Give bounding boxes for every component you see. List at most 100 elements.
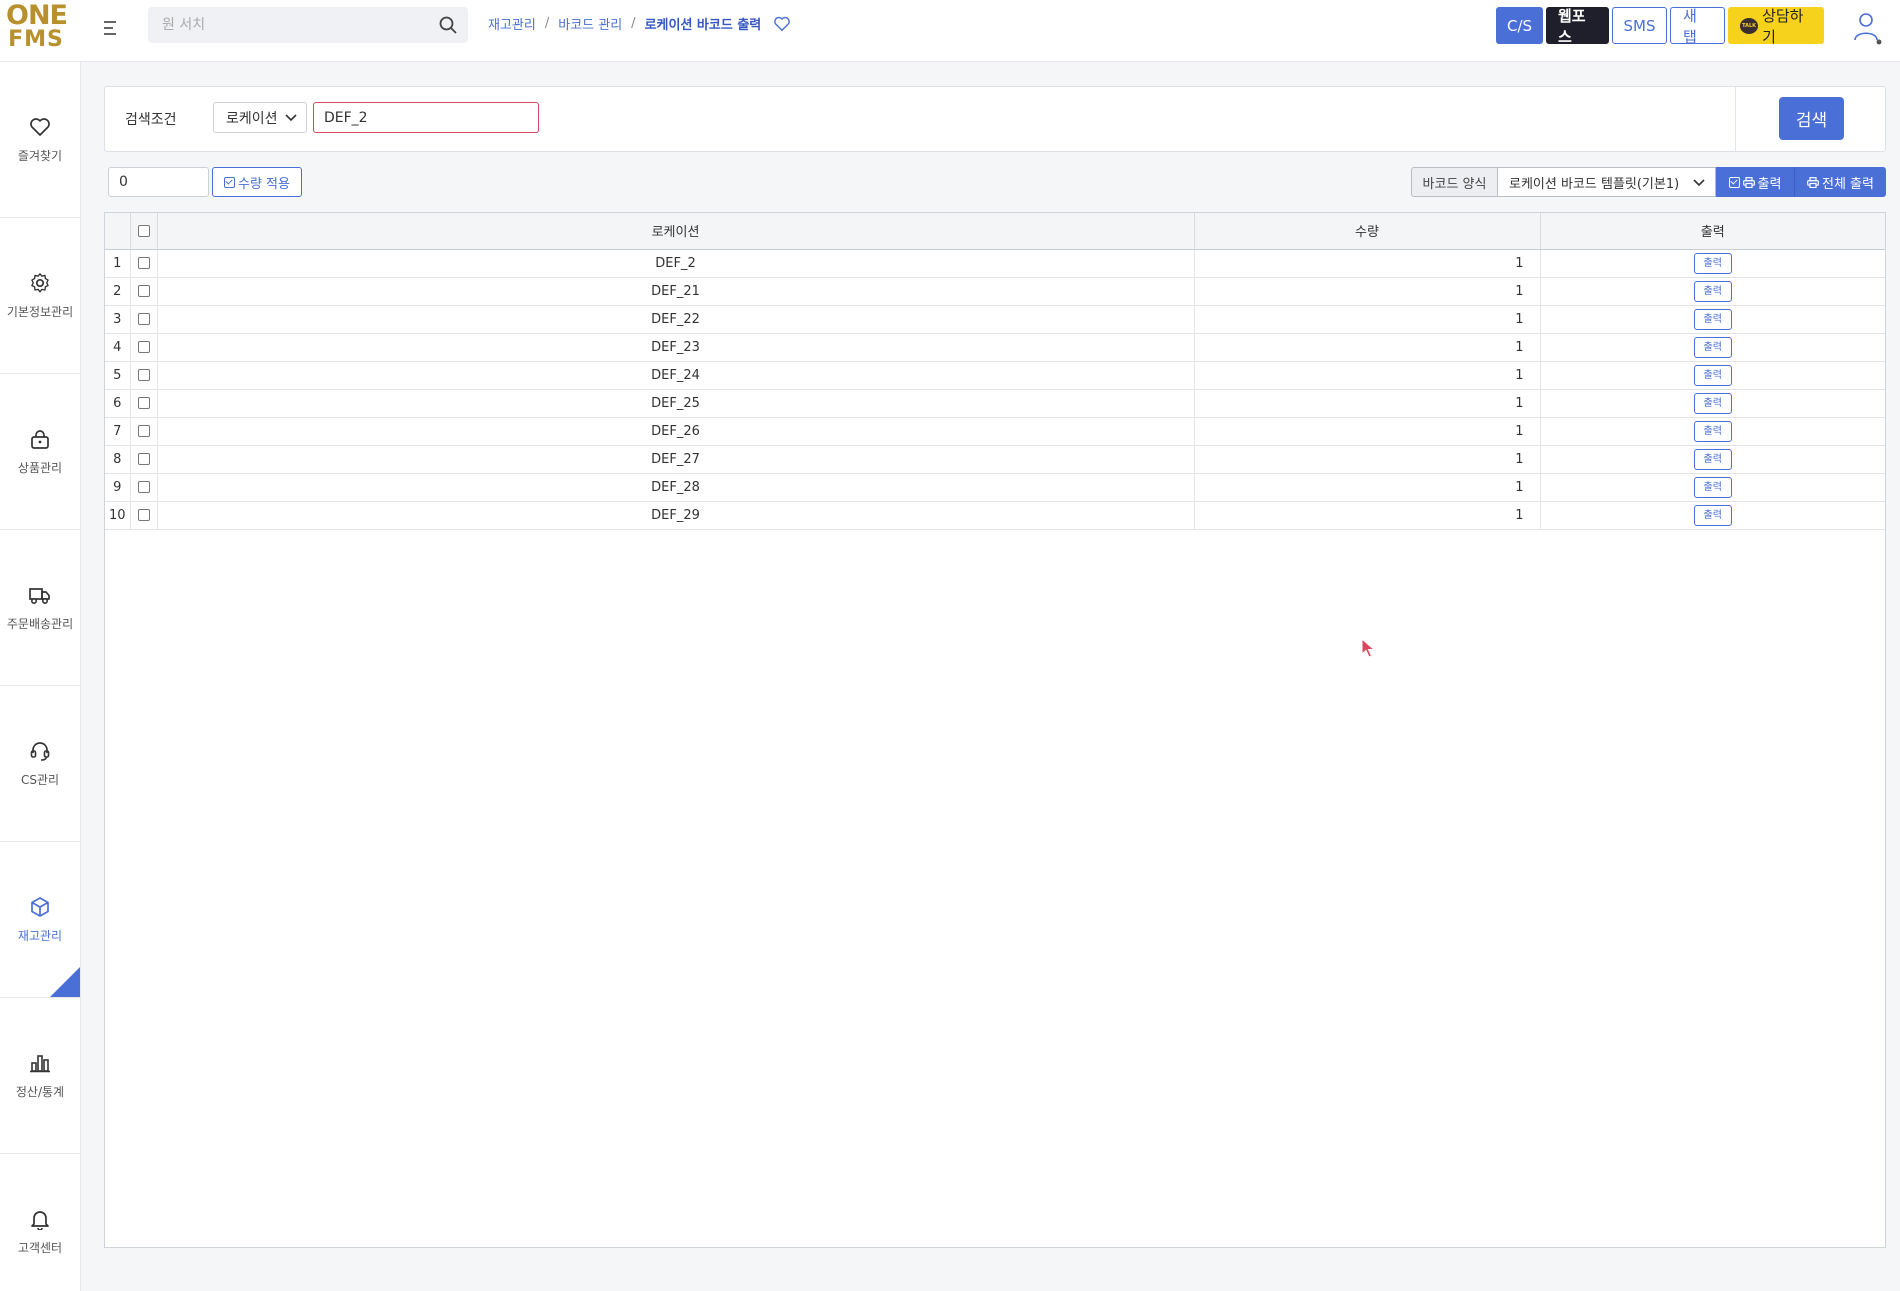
breadcrumb-item-barcode[interactable]: 바코드 관리 <box>558 14 622 33</box>
location-cell: DEF_23 <box>157 333 1195 362</box>
row-checkbox[interactable] <box>137 481 150 493</box>
search-button[interactable]: 검색 <box>1779 97 1844 140</box>
app-logo[interactable]: ONE FMS <box>6 2 68 56</box>
search-keyword-input[interactable] <box>313 102 539 133</box>
location-table: 로케이션 수량 출력 1 DEF_2 1 출력 2 DEF_21 1 출력 3 DEF_22 1 출력… <box>105 213 1885 530</box>
quantity-cell[interactable]: 1 <box>1194 445 1541 474</box>
row-print-button[interactable]: 출력 <box>1693 336 1732 358</box>
truck-icon <box>29 587 50 604</box>
row-checkbox[interactable] <box>137 425 150 437</box>
table-row[interactable]: 4 DEF_23 1 출력 <box>105 333 1885 362</box>
quantity-cell[interactable]: 1 <box>1194 333 1541 362</box>
row-print-button[interactable]: 출력 <box>1693 364 1732 386</box>
row-print-button[interactable]: 출력 <box>1693 280 1732 302</box>
row-checkbox[interactable] <box>137 397 150 409</box>
sidebar-item-cs[interactable]: CS관리 <box>0 686 80 842</box>
print-selected-button[interactable]: 출력 <box>1716 167 1795 197</box>
webpos-button[interactable]: 웹포스 <box>1546 7 1609 46</box>
row-checkbox[interactable] <box>137 453 150 465</box>
search-condition-label: 검색조건 <box>125 112 177 128</box>
row-checkbox[interactable] <box>137 369 150 381</box>
row-number-header <box>105 213 131 250</box>
quantity-cell[interactable]: 1 <box>1194 389 1541 418</box>
consult-button[interactable]: TALK 상담하기 <box>1728 7 1824 46</box>
table-row[interactable]: 2 DEF_21 1 출력 <box>105 277 1885 306</box>
row-number: 1 <box>105 249 131 278</box>
row-number: 4 <box>105 333 131 362</box>
print-all-button[interactable]: 전체 출력 <box>1795 167 1886 197</box>
row-checkbox[interactable] <box>137 341 150 353</box>
user-profile-icon[interactable] <box>1853 10 1883 46</box>
global-search <box>148 7 468 43</box>
quantity-cell[interactable]: 1 <box>1194 473 1541 502</box>
sidebar-item-favorites[interactable]: 즐겨찾기 <box>0 62 80 218</box>
quantity-cell[interactable]: 1 <box>1194 305 1541 334</box>
row-print-button[interactable]: 출력 <box>1693 504 1732 526</box>
sidebar-item-orders[interactable]: 주문배송관리 <box>0 530 80 686</box>
row-number: 3 <box>105 305 131 334</box>
row-print-button[interactable]: 출력 <box>1693 392 1732 414</box>
table-row[interactable]: 10 DEF_29 1 출력 <box>105 501 1885 530</box>
sms-button[interactable]: SMS <box>1612 7 1667 44</box>
search-condition-panel: 검색조건 로케이션 검색 <box>104 86 1886 152</box>
grid-toolbar: 수량 적용 바코드 양식 로케이션 바코드 템플릿(기본1) 출력 전체 출력 <box>108 167 1886 197</box>
barcode-format-label: 바코드 양식 <box>1411 167 1498 197</box>
menu-toggle-icon[interactable] <box>104 16 128 40</box>
row-checkbox-cell <box>130 249 158 278</box>
sidebar-item-products[interactable]: 상품관리 <box>0 374 80 530</box>
table-row[interactable]: 8 DEF_27 1 출력 <box>105 445 1885 474</box>
search-type-select[interactable]: 로케이션 <box>213 102 307 133</box>
quantity-input[interactable] <box>108 167 209 197</box>
barcode-template-select[interactable]: 로케이션 바코드 템플릿(기본1) <box>1497 167 1716 197</box>
quantity-column-header[interactable]: 수량 <box>1194 213 1541 250</box>
location-grid: 로케이션 수량 출력 1 DEF_2 1 출력 2 DEF_21 1 출력 3 DEF_22 1 출력… <box>104 212 1886 1248</box>
printer-icon <box>1807 176 1819 188</box>
print-cell: 출력 <box>1540 417 1885 446</box>
row-checkbox-cell <box>130 277 158 306</box>
quantity-cell[interactable]: 1 <box>1194 249 1541 278</box>
panel-divider <box>1735 87 1736 151</box>
location-column-header[interactable]: 로케이션 <box>157 213 1195 250</box>
row-checkbox-cell <box>130 305 158 334</box>
global-search-input[interactable] <box>148 7 418 43</box>
table-row[interactable]: 1 DEF_2 1 출력 <box>105 249 1885 278</box>
table-row[interactable]: 7 DEF_26 1 출력 <box>105 417 1885 446</box>
quantity-cell[interactable]: 1 <box>1194 417 1541 446</box>
table-row[interactable]: 3 DEF_22 1 출력 <box>105 305 1885 334</box>
sidebar-item-basic-info[interactable]: 기본정보관리 <box>0 218 80 374</box>
breadcrumb-item-inventory[interactable]: 재고관리 <box>488 14 536 33</box>
table-row[interactable]: 5 DEF_24 1 출력 <box>105 361 1885 390</box>
row-print-button[interactable]: 출력 <box>1693 420 1732 442</box>
row-checkbox[interactable] <box>137 509 150 521</box>
favorite-heart-icon[interactable] <box>773 15 791 33</box>
row-number: 2 <box>105 277 131 306</box>
row-checkbox[interactable] <box>137 313 150 325</box>
new-tab-button[interactable]: 새 탭 <box>1670 7 1725 46</box>
row-print-button[interactable]: 출력 <box>1693 308 1732 330</box>
row-checkbox-cell <box>130 389 158 418</box>
row-print-button[interactable]: 출력 <box>1693 448 1732 470</box>
row-print-button[interactable]: 출력 <box>1693 476 1732 498</box>
table-row[interactable]: 6 DEF_25 1 출력 <box>105 389 1885 418</box>
row-checkbox[interactable] <box>137 257 150 269</box>
header-button-group: C/S 웹포스 SMS 새 탭 TALK 상담하기 <box>1496 7 1824 46</box>
mouse-cursor-icon <box>1361 638 1376 658</box>
cs-button[interactable]: C/S <box>1496 7 1543 44</box>
quantity-cell[interactable]: 1 <box>1194 277 1541 306</box>
chevron-down-icon <box>285 114 297 122</box>
quantity-cell[interactable]: 1 <box>1194 361 1541 390</box>
apply-quantity-button[interactable]: 수량 적용 <box>212 167 302 197</box>
row-print-button[interactable]: 출력 <box>1693 252 1732 274</box>
sidebar-item-inventory[interactable]: 재고관리 <box>0 842 80 998</box>
search-icon[interactable] <box>438 15 458 35</box>
print-cell: 출력 <box>1540 277 1885 306</box>
location-cell: DEF_27 <box>157 445 1195 474</box>
quantity-cell[interactable]: 1 <box>1194 501 1541 530</box>
breadcrumb-separator: / <box>544 16 550 31</box>
table-row[interactable]: 9 DEF_28 1 출력 <box>105 473 1885 502</box>
sidebar-item-settlement[interactable]: 정산/통계 <box>0 998 80 1154</box>
sidebar-item-customer-center[interactable]: 고객센터 <box>0 1154 80 1291</box>
table-header-row: 로케이션 수량 출력 <box>105 213 1885 250</box>
select-all-checkbox[interactable] <box>137 224 150 237</box>
row-checkbox[interactable] <box>137 285 150 297</box>
